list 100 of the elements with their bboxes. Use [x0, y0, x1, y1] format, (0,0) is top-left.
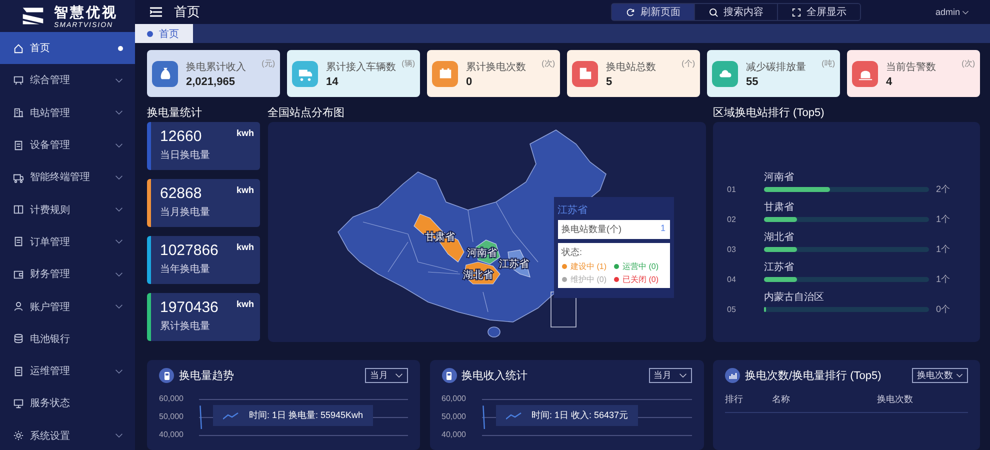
panel-title: 换电次数/换电量排行 (Top5): [745, 369, 882, 383]
sidebar-item[interactable]: 设备管理: [0, 128, 135, 162]
stat-value: 2,021,965: [186, 76, 236, 88]
tooltip-title: 江苏省: [558, 204, 588, 217]
energy-unit: kwh: [236, 299, 254, 309]
sidebar-item[interactable]: 财务管理: [0, 258, 135, 290]
home-icon: [13, 42, 24, 54]
energy-label: 累计换电量: [160, 321, 210, 332]
db-icon: [13, 333, 24, 344]
stat-unit: (个): [682, 58, 695, 69]
tooltip-text: 时间: 1日 换电量: 55945Kwh: [249, 409, 364, 422]
sidebar-item[interactable]: 智能终端管理: [0, 161, 135, 194]
sidebar-item[interactable]: 首页: [0, 32, 135, 64]
sidebar-item[interactable]: 服务状态: [0, 387, 135, 420]
energy-value: 12660: [160, 128, 202, 145]
doc-icon: [13, 366, 24, 377]
sidebar-item[interactable]: 订单管理: [0, 226, 135, 258]
province-shape[interactable]: [463, 262, 500, 284]
menu-icon[interactable]: [150, 7, 162, 18]
tooltip-status-label: 状态:: [562, 246, 584, 259]
sidebar-item[interactable]: 账户管理: [0, 290, 135, 323]
chevron-down-icon: [115, 433, 123, 438]
board-icon: [13, 74, 24, 86]
stat-unit: (元): [262, 58, 275, 69]
energy-unit: kwh: [236, 185, 254, 195]
rank-number: 05: [726, 304, 737, 314]
stat-label: 累计换电次数: [466, 60, 526, 74]
y-axis-label: 50,000: [442, 411, 467, 423]
chevron-down-icon: [115, 368, 123, 374]
station-count: 0个: [936, 302, 950, 316]
energy-unit: kwh: [236, 128, 254, 138]
station-count: 2个: [936, 182, 950, 196]
column-header: 排行: [725, 393, 744, 406]
search-button[interactable]: 搜索内容: [694, 4, 778, 20]
status-label: 运营中 (0): [622, 261, 658, 272]
province-shape[interactable]: [475, 240, 500, 264]
tooltip-text: 时间: 1日 收入: 56437元: [532, 409, 628, 422]
line-chart-icon: [223, 412, 239, 420]
stat-unit: (吨): [822, 58, 835, 69]
energy-label: 当月换电量: [160, 207, 210, 218]
bar-chart-icon: [725, 368, 740, 383]
chevron-down-icon: [115, 78, 123, 83]
device-icon: [13, 140, 24, 151]
chevron-down-icon: [115, 142, 123, 148]
y-axis-label: 60,000: [159, 393, 184, 405]
stat-label: 减少碳排放量: [746, 60, 806, 74]
section-title: 换电量统计: [147, 106, 203, 121]
wallet-icon: [13, 268, 24, 280]
chevron-down-icon: [115, 174, 123, 180]
user-menu[interactable]: admin: [929, 6, 975, 18]
search-icon: [709, 8, 718, 17]
column-header: 换电次数: [877, 393, 913, 406]
station-count: 1个: [936, 242, 950, 256]
metric-select[interactable]: 换电次数: [912, 368, 968, 383]
stat-value: 14: [326, 76, 340, 88]
stat-value: 4: [886, 76, 894, 88]
chevron-down-icon: [395, 373, 403, 378]
province-shape[interactable]: [507, 250, 530, 278]
logo-name: 智慧优视: [54, 4, 118, 22]
station-count: 1个: [936, 212, 950, 226]
chevron-down-icon: [962, 10, 969, 15]
province-label: 江苏省: [498, 259, 528, 270]
stat-unit: (次): [542, 58, 555, 69]
page-tab[interactable]: 首页: [135, 24, 193, 43]
status-label: 已关闭 (0): [622, 274, 658, 285]
energy-unit: kwh: [236, 242, 254, 252]
tooltip-metric: 换电站数量(个): [562, 223, 622, 236]
period-select[interactable]: 当月: [365, 368, 408, 383]
panel-title: 换电收入统计: [462, 368, 528, 383]
stat-value: 5: [606, 76, 614, 88]
y-axis-label: 60,000: [442, 393, 467, 405]
doc-icon: [13, 236, 24, 248]
status-label: 维护中 (0): [570, 274, 606, 285]
period-select[interactable]: 当月: [648, 368, 692, 383]
station-count: 1个: [936, 272, 950, 286]
province-label: 河南省: [466, 248, 496, 259]
active-dot: [118, 46, 123, 51]
sidebar-item[interactable]: 电站管理: [0, 96, 135, 129]
chevron-down-icon: [956, 373, 963, 378]
sidebar-item[interactable]: 计费规则: [0, 193, 135, 226]
page-title: 首页: [174, 3, 200, 22]
sidebar-item[interactable]: 系统设置: [0, 420, 135, 450]
stat-value: 55: [746, 76, 760, 88]
chevron-down-icon: [115, 272, 123, 277]
sidebar-item[interactable]: 综合管理: [0, 64, 135, 97]
stat-label: 累计接入车辆数: [326, 60, 396, 74]
energy-value: 1970436: [160, 299, 218, 316]
sidebar-item[interactable]: 运维管理: [0, 354, 135, 388]
energy-value: 62868: [160, 185, 202, 202]
rank-number: 02: [726, 214, 737, 224]
meter-icon: [159, 368, 174, 383]
sidebar-item[interactable]: 电池银行: [0, 322, 135, 355]
stat-unit: (次): [962, 58, 975, 69]
province-shape[interactable]: [413, 214, 464, 262]
panel-title: 换电量趋势: [179, 368, 234, 383]
refresh-button[interactable]: 刷新页面: [612, 4, 694, 20]
fullscreen-button[interactable]: 全屏显示: [777, 4, 860, 20]
region-name: 江苏省: [764, 262, 795, 274]
chevron-down-icon: [678, 373, 686, 378]
rank-number: 03: [726, 244, 737, 254]
